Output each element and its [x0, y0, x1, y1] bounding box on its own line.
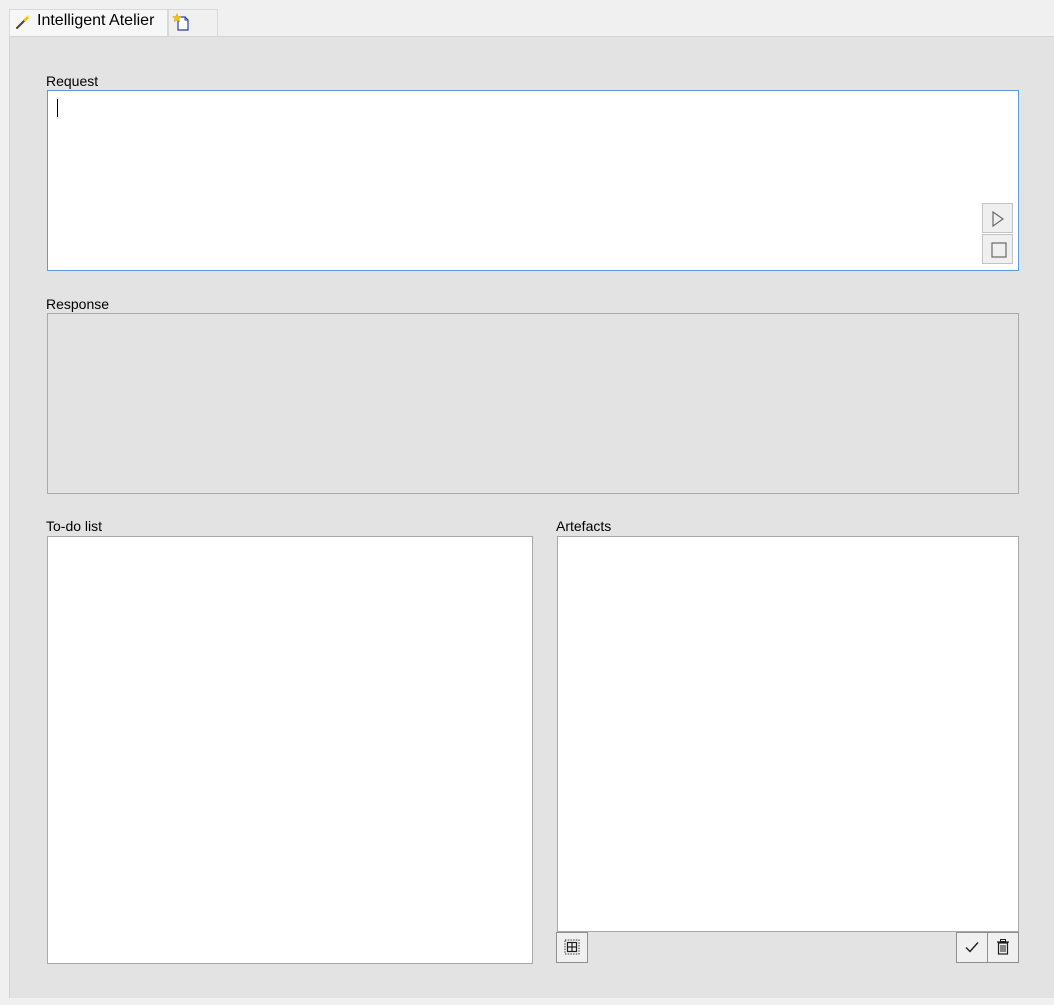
tab-label: Intelligent Atelier — [37, 12, 155, 29]
tab-strip: Intelligent Atelier — [0, 0, 1054, 36]
stop-button[interactable] — [982, 234, 1013, 264]
todo-list[interactable] — [47, 536, 533, 964]
tab-intelligent-atelier[interactable]: Intelligent Atelier — [9, 9, 168, 36]
artefacts-label: Artefacts — [556, 518, 612, 534]
todo-label: To-do list — [46, 518, 103, 534]
response-label: Response — [46, 296, 110, 312]
response-output — [47, 313, 1019, 494]
magic-wand-icon — [15, 14, 31, 30]
artefacts-list[interactable] — [557, 536, 1019, 932]
atelier-panel: Request Response To-do list Artefacts — [9, 36, 1054, 998]
send-button[interactable] — [982, 203, 1013, 233]
new-document-icon — [171, 12, 190, 31]
request-label: Request — [46, 73, 99, 89]
add-artefact-button[interactable] — [556, 932, 588, 963]
text-caret — [57, 99, 58, 117]
request-input[interactable] — [47, 90, 1019, 271]
new-tab-button[interactable] — [168, 9, 218, 36]
status-strip — [0, 998, 1054, 1005]
accept-artefact-button[interactable] — [956, 932, 988, 963]
delete-artefact-button[interactable] — [987, 932, 1019, 963]
